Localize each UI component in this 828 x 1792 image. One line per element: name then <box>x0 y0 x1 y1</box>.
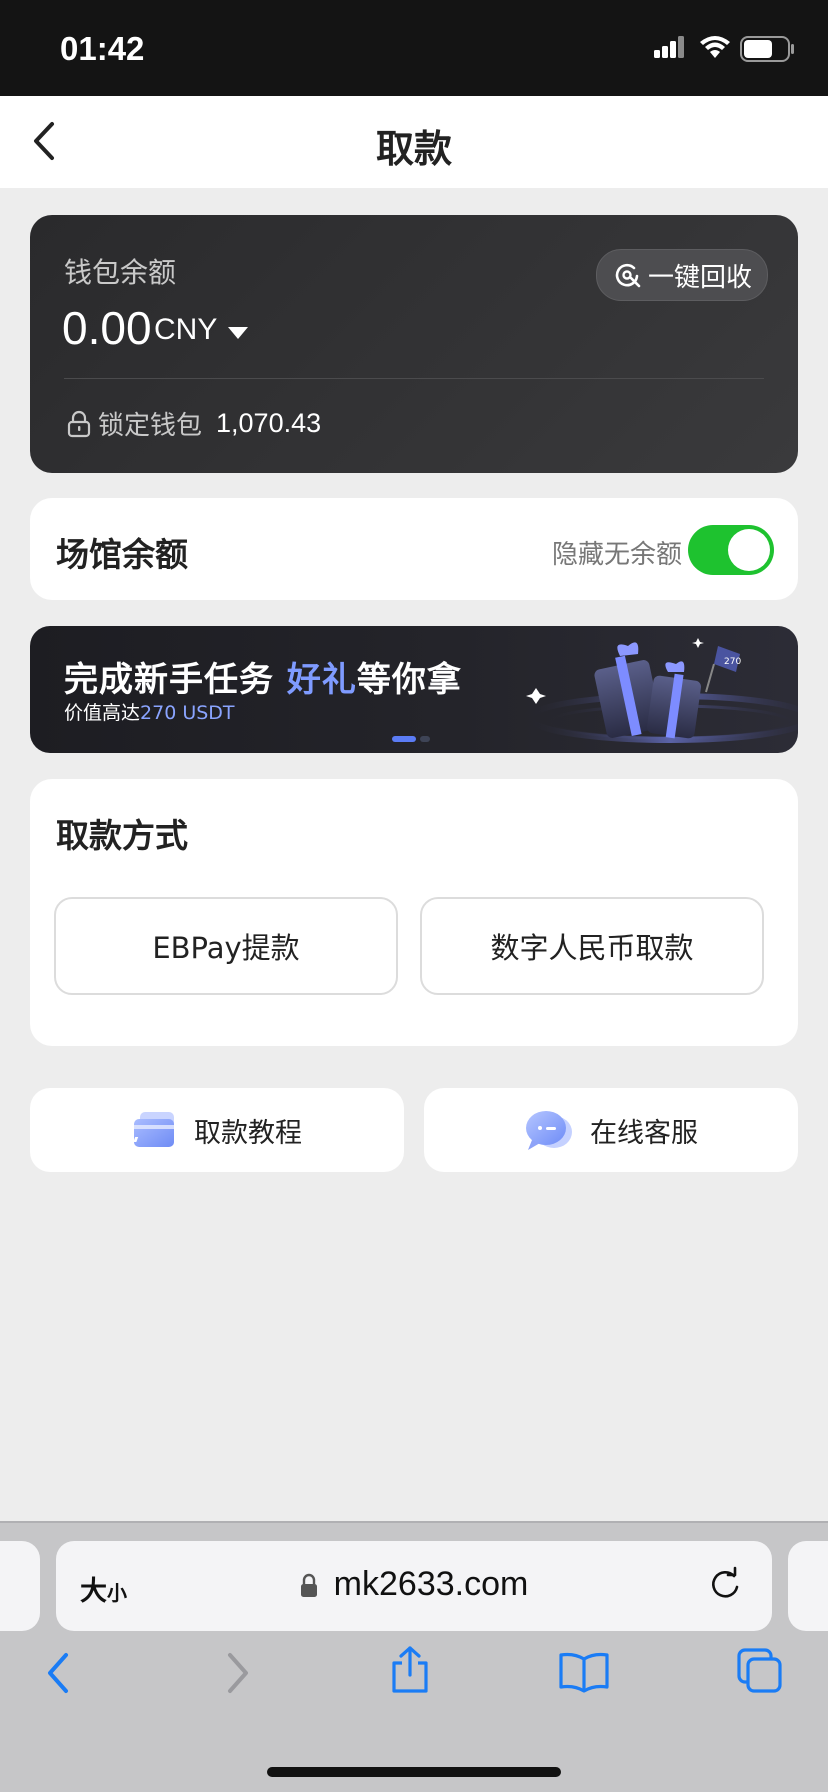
wifi-icon <box>700 36 730 58</box>
battery-icon <box>740 36 794 62</box>
previous-tab-preview[interactable] <box>0 1541 40 1631</box>
url-text: mk2633.com <box>56 1565 772 1604</box>
promo-subtitle: 价值高达270 USDT <box>64 698 235 725</box>
online-support-button[interactable]: 在线客服 <box>424 1088 798 1172</box>
wallet-balance-label: 钱包余额 <box>64 256 177 289</box>
url-value: mk2633.com <box>333 1565 529 1603</box>
one-click-recycle-button[interactable]: 一键回收 <box>596 249 768 301</box>
reload-icon[interactable] <box>706 1566 744 1604</box>
bookmarks-icon[interactable] <box>558 1651 610 1693</box>
carousel-dot-active <box>392 736 416 742</box>
carousel-indicator <box>392 736 430 742</box>
withdraw-tutorial-button[interactable]: 取款教程 <box>30 1088 404 1172</box>
page-title: 取款 <box>375 127 452 171</box>
lock-icon <box>67 410 91 437</box>
withdrawal-method-card: 取款方式 EBPay提款 数字人民币取款 <box>30 779 798 1046</box>
promo-sub-prefix: 价值高达 <box>64 702 141 724</box>
caret-down-icon[interactable] <box>228 327 248 339</box>
locked-wallet-label: 锁定钱包 <box>98 411 203 441</box>
carousel-dot <box>420 736 430 742</box>
cellular-signal-icon <box>654 36 684 58</box>
gift-boxes-icon: 270 <box>526 638 798 743</box>
toolbar-top-border <box>0 1521 828 1523</box>
card-icon <box>132 1112 174 1147</box>
status-time: 01:42 <box>60 30 145 67</box>
venue-balance-title: 场馆余额 <box>56 535 188 574</box>
browser-forward-icon[interactable] <box>220 1651 254 1695</box>
venue-balance-card: 场馆余额 隐藏无余额 <box>30 498 798 600</box>
browser-toolbar: 大小 mk2633.com <box>0 1521 828 1792</box>
wallet-balance-card: 钱包余额 0.00 CNY 一键回收 锁定钱包 1,070.43 <box>30 215 798 473</box>
chat-bubble-icon <box>526 1111 572 1150</box>
home-indicator <box>267 1767 561 1777</box>
withdrawal-method-title: 取款方式 <box>56 816 188 855</box>
status-bar: 01:42 <box>0 0 828 96</box>
promo-banner[interactable]: 完成新手任务 好礼等你拿 价值高达270 USDT 270 <box>30 626 798 753</box>
promo-sub-amount: 270 USDT <box>140 702 235 724</box>
withdraw-tutorial-label: 取款教程 <box>194 1117 302 1149</box>
toggle-knob <box>728 529 770 571</box>
recycle-icon <box>615 263 641 288</box>
address-bar[interactable]: 大小 mk2633.com <box>56 1541 772 1631</box>
wallet-balance-amount: 0.00 <box>62 302 152 354</box>
tabs-icon[interactable] <box>736 1647 784 1695</box>
browser-back-icon[interactable] <box>42 1651 76 1695</box>
locked-wallet-amount: 1,070.43 <box>216 408 322 438</box>
currency-selector[interactable]: CNY <box>154 313 217 347</box>
promo-headline-part1: 完成新手任务 <box>64 660 287 700</box>
online-support-label: 在线客服 <box>590 1117 698 1149</box>
divider <box>64 378 764 379</box>
ebpay-withdraw-button[interactable]: EBPay提款 <box>54 897 398 995</box>
gift-tag-text: 270 <box>724 657 741 667</box>
digital-rmb-withdraw-button[interactable]: 数字人民币取款 <box>420 897 764 995</box>
locked-wallet-row: 锁定钱包 1,070.43 <box>66 405 321 442</box>
one-click-recycle-label: 一键回收 <box>647 262 752 293</box>
next-tab-preview[interactable] <box>788 1541 828 1631</box>
promo-headline: 完成新手任务 好礼等你拿 <box>64 652 462 701</box>
promo-headline-highlight: 好礼 <box>286 660 357 700</box>
hide-zero-balance-toggle[interactable] <box>688 525 774 575</box>
share-icon[interactable] <box>388 1645 432 1695</box>
hide-zero-balance-label: 隐藏无余额 <box>552 540 683 570</box>
promo-headline-part2: 等你拿 <box>356 660 462 700</box>
nav-bar: 取款 <box>0 96 828 188</box>
